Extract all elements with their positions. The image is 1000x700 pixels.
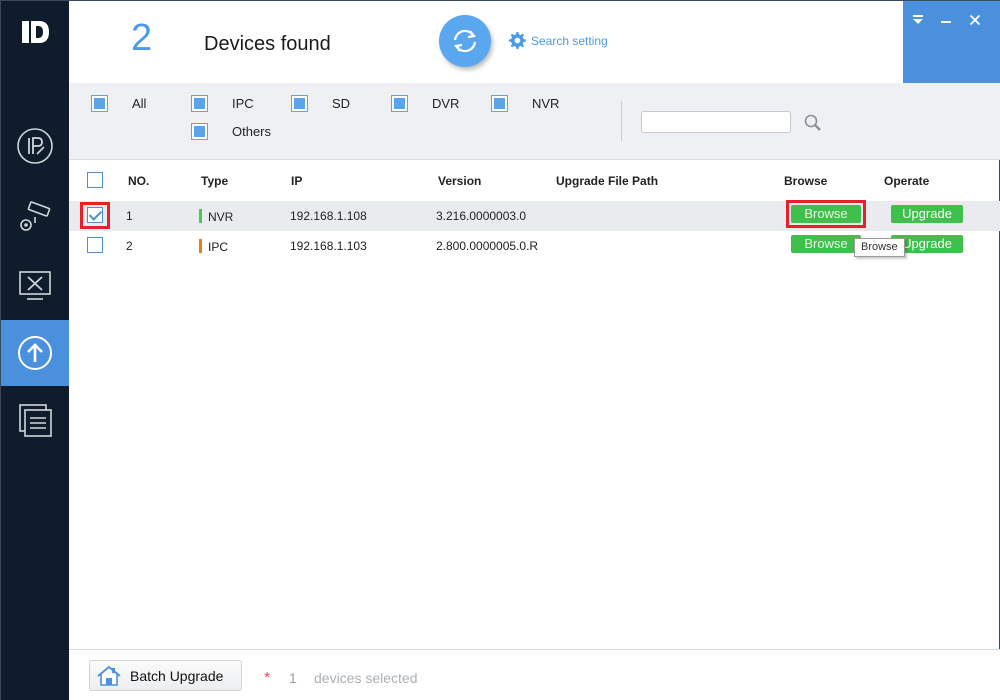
app-window: 2 Devices found Search setting All IPC S… [0,0,1000,700]
divider [621,101,622,141]
row-version: 3.216.0000003.0 [436,209,527,223]
device-table: NO. Type IP Version Upgrade File Path Br… [69,159,1000,261]
col-no: NO. [128,174,150,188]
row-no: 1 [126,209,133,223]
row-type: IPC [199,239,228,254]
devices-found-label: Devices found [204,33,331,55]
col-operate: Operate [884,174,930,188]
browse-tooltip: Browse [854,238,905,257]
row-checkbox[interactable] [87,207,103,223]
minimize-button[interactable] [937,11,955,29]
filter-ipc-label: IPC [232,96,254,111]
col-version: Version [438,174,482,188]
row-ip: 192.168.1.108 [290,209,367,223]
window-controls [903,1,1000,83]
filter-sd-label: SD [332,96,351,111]
app-logo-icon [19,15,53,51]
nav-upgrade[interactable] [1,320,69,386]
filter-dvr-label: DVR [432,96,460,111]
selected-count: 1 [289,670,297,686]
browse-button[interactable]: Browse [791,205,861,223]
device-type-filter-bar: All IPC SD DVR NVR Others [69,83,1000,159]
col-ip: IP [291,174,303,188]
row-ip: 192.168.1.103 [290,239,367,253]
row-type: NVR [199,209,233,224]
search-setting-label: Search setting [531,33,608,48]
checkbox-box[interactable] [191,95,208,112]
nav-ip-modify[interactable] [1,113,69,179]
table-header: NO. Type IP Version Upgrade File Path Br… [69,159,1000,201]
header: 2 Devices found Search setting [69,1,1000,83]
browse-button[interactable]: Browse [791,235,861,253]
refresh-search-button[interactable] [439,15,491,67]
row-checkbox[interactable] [87,237,103,253]
refresh-icon [453,29,477,53]
menu-dropdown-icon [913,15,923,24]
dropdown-menu-button[interactable] [909,11,927,29]
table-row[interactable]: 1 NVR 192.168.1.108 3.216.0000003.0 Brow… [69,200,1000,231]
filter-dvr-checkbox[interactable]: DVR [391,95,460,112]
col-upgrade-file-path: Upgrade File Path [556,174,659,188]
filter-others-checkbox[interactable]: Others [191,123,272,140]
checkbox-box[interactable] [91,95,108,112]
document-list-icon [19,404,52,437]
close-button[interactable] [966,11,984,29]
batch-upgrade-button[interactable]: Batch Upgrade [89,660,242,691]
checkbox-box[interactable] [491,95,508,112]
sidebar [1,1,69,700]
type-color-bar [199,209,202,223]
device-count: 2 [131,17,153,59]
batch-upgrade-label: Batch Upgrade [130,667,224,684]
home-upgrade-icon [97,665,121,686]
search-setting-button[interactable]: Search setting [507,31,608,50]
tools-icon [19,271,51,300]
nav-system-settings[interactable] [1,253,69,319]
type-label: NVR [208,210,234,224]
checkbox-box[interactable] [191,123,208,140]
type-label: IPC [208,240,229,254]
row-no: 2 [126,239,133,253]
select-all-checkbox[interactable] [87,172,103,188]
upgrade-icon [18,336,52,370]
row-version: 2.800.0000005.0.R [436,239,539,253]
filter-nvr-label: NVR [532,96,560,111]
filter-nvr-checkbox[interactable]: NVR [491,95,560,112]
filter-others-label: Others [232,124,272,139]
upgrade-button[interactable]: Upgrade [891,205,963,223]
gear-icon [508,31,526,50]
minimize-icon [941,21,951,23]
search-button[interactable] [803,113,823,133]
footer: Batch Upgrade * 1 devices selected [69,649,1000,700]
filter-sd-checkbox[interactable]: SD [291,95,351,112]
type-color-bar [199,239,202,253]
filter-all-checkbox[interactable]: All [91,95,147,112]
filter-ipc-checkbox[interactable]: IPC [191,95,254,112]
filter-all-label: All [132,96,147,111]
search-icon [804,114,821,131]
nav-device-config[interactable] [1,183,69,249]
selected-text: devices selected [314,670,418,686]
col-type: Type [201,174,229,188]
col-browse: Browse [784,174,828,188]
required-star: * [264,670,271,687]
close-icon [969,14,981,26]
nav-system-info[interactable] [1,387,69,453]
search-input[interactable] [641,111,791,133]
checkbox-box[interactable] [391,95,408,112]
checkbox-box[interactable] [291,95,308,112]
ip-icon [17,128,53,164]
camera-settings-icon [20,201,51,231]
